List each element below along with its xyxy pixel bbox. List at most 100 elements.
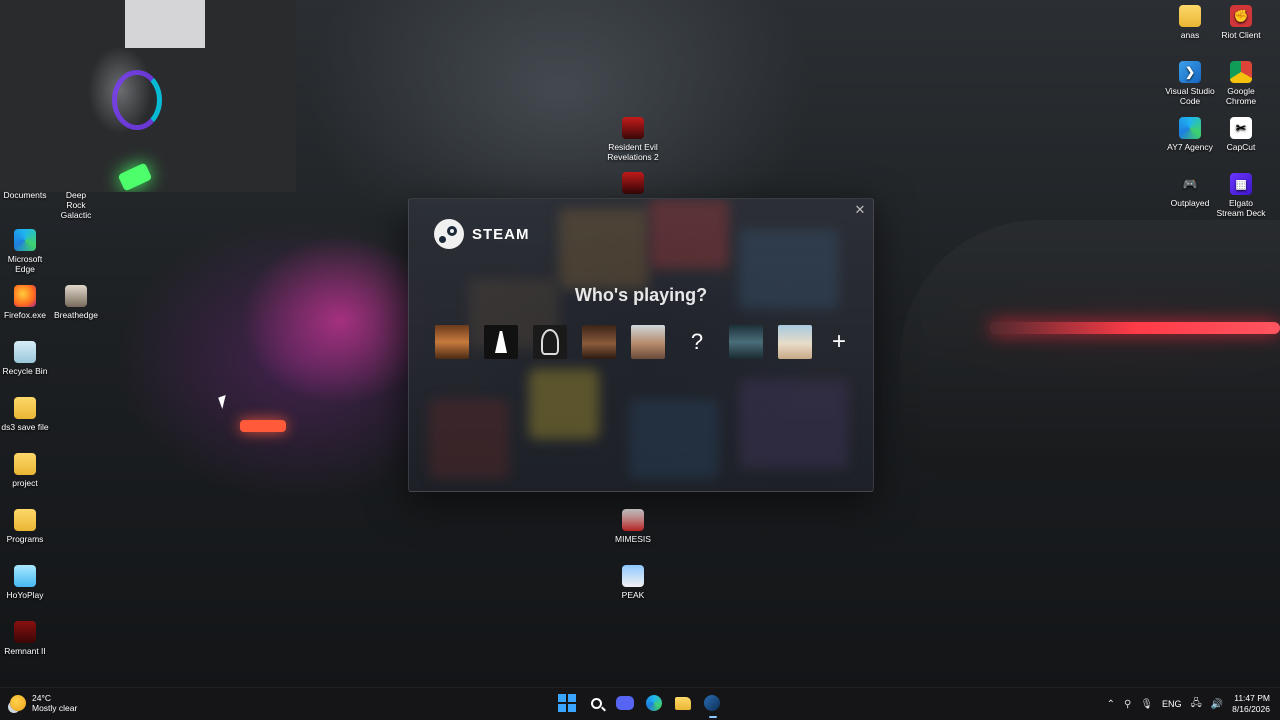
desktop-icon-google-chrome[interactable]: Google Chrome	[1209, 61, 1273, 106]
edge-icon	[646, 695, 662, 711]
desktop-icon-resident-evil-revelations-2[interactable]: Resident Evil Revelations 2	[601, 117, 665, 162]
folder-icon	[14, 509, 36, 531]
folder-icon	[1179, 5, 1201, 27]
desktop-icon-partially-hidden[interactable]	[601, 172, 665, 197]
volume-icon[interactable]: 🔊	[1211, 699, 1223, 710]
folder-icon	[14, 397, 36, 419]
account-avatar-1[interactable]	[435, 325, 469, 359]
account-avatar-7[interactable]	[729, 325, 763, 359]
outplayed-icon: 🎮	[1182, 177, 1198, 191]
clock[interactable]: 11:47 PM 8/16/2026	[1232, 693, 1270, 715]
desktop-icon-riot-client[interactable]: ✊ Riot Client	[1209, 5, 1273, 40]
search-button[interactable]	[586, 693, 606, 713]
desktop-icon-label: Deep Rock Galactic	[60, 190, 92, 220]
active-app-indicator	[709, 716, 717, 718]
tile	[649, 199, 729, 269]
desktop-icon-label: PEAK	[621, 590, 645, 600]
account-avatar-unknown[interactable]: ?	[680, 325, 714, 359]
dialog-title: Who's playing?	[574, 285, 708, 305]
steam-icon	[704, 695, 720, 711]
language-indicator[interactable]: ENG	[1162, 699, 1182, 709]
desktop-icon-label: Recycle Bin	[2, 366, 48, 376]
mimesis-icon	[622, 509, 644, 531]
steam-brand: STEAM	[434, 219, 530, 249]
account-avatar-2[interactable]	[484, 325, 518, 359]
tile	[629, 399, 719, 479]
weather-text: 24°C Mostly clear	[32, 693, 77, 713]
wallpaper-car	[900, 220, 1280, 480]
wallpaper-taillight	[990, 322, 1280, 334]
edge-icon	[14, 229, 36, 251]
windows-logo-icon	[558, 694, 576, 712]
account-avatar-8[interactable]	[778, 325, 812, 359]
desktop-icon-capcut[interactable]: ✂ CapCut	[1209, 117, 1273, 152]
chevron-up-icon[interactable]: ⌃	[1107, 699, 1115, 710]
chrome-icon	[1230, 61, 1252, 83]
recycle-bin-icon	[14, 341, 36, 363]
edge-icon	[1179, 117, 1201, 139]
riot-icon: ✊	[1230, 5, 1252, 27]
account-avatar-list: ? +	[435, 325, 851, 359]
desktop-icon-microsoft-edge[interactable]: Microsoft Edge	[0, 229, 57, 274]
desktop-icon-breathedge[interactable]: Breathedge	[44, 285, 108, 320]
desktop-icon-label: Resident Evil Revelations 2	[607, 142, 659, 162]
game-icon	[622, 117, 644, 139]
start-button[interactable]	[557, 693, 577, 713]
desktop-icon-label: MIMESIS	[615, 534, 651, 544]
taskbar-steam[interactable]	[702, 693, 722, 713]
weather-widget[interactable]: 24°C Mostly clear	[10, 693, 77, 713]
breathedge-icon	[65, 285, 87, 307]
webcam-overlay	[0, 0, 296, 192]
microphone-icon[interactable]: 🎙	[1140, 699, 1153, 710]
tile	[529, 369, 599, 439]
desktop-icon-peak[interactable]: PEAK	[601, 565, 665, 600]
account-avatar-4[interactable]	[582, 325, 616, 359]
taskbar-edge[interactable]	[644, 693, 664, 713]
steam-logo-icon	[434, 219, 464, 249]
desktop-icon-label: CapCut	[1226, 142, 1256, 152]
peak-icon	[622, 565, 644, 587]
taskbar: 24°C Mostly clear ⌃ ⚲ 🎙 ENG 🖧 🔊 11:47 PM…	[0, 687, 1280, 720]
desktop-icon-hoyoplay[interactable]: HoYoPlay	[0, 565, 57, 600]
firefox-icon	[14, 285, 36, 307]
webcam-headset	[112, 70, 162, 130]
desktop-icon-programs[interactable]: Programs	[0, 509, 57, 544]
taskbar-apps	[557, 693, 722, 713]
desktop-icon-project[interactable]: project	[0, 453, 57, 488]
desktop-icon-label: Microsoft Edge	[7, 254, 43, 274]
desktop-icon-recycle-bin[interactable]: Recycle Bin	[0, 341, 57, 376]
elgato-icon: ▦	[1230, 173, 1252, 195]
weather-moon-cloud-icon	[10, 695, 26, 711]
tile	[429, 399, 509, 479]
desktop-icon-label: Breathedge	[54, 310, 98, 320]
desktop-icon-label: Google Chrome	[1225, 86, 1257, 106]
steam-account-picker-dialog: ✕ STEAM Who's playing? ? +	[408, 198, 874, 492]
webcam-green-light	[117, 162, 153, 192]
desktop-icon-label: ds3 save file	[1, 422, 49, 432]
tile	[559, 209, 649, 289]
usb-icon[interactable]: ⚲	[1124, 699, 1131, 710]
taskbar-discord[interactable]	[615, 693, 635, 713]
close-icon[interactable]: ✕	[853, 203, 867, 217]
add-account-button[interactable]: +	[827, 325, 851, 359]
weather-description: Mostly clear	[32, 703, 78, 713]
desktop-icon-remnant-ii[interactable]: Remnant II	[0, 621, 57, 656]
desktop-icon-deep-rock-galactic[interactable]: Deep Rock Galactic	[44, 190, 108, 220]
system-tray: ⌃ ⚲ 🎙 ENG 🖧 🔊 11:47 PM 8/16/2026	[1107, 692, 1270, 716]
account-avatar-5[interactable]	[631, 325, 665, 359]
tile	[739, 379, 849, 469]
network-icon[interactable]: 🖧	[1191, 696, 1202, 713]
desktop-icon-mimesis[interactable]: MIMESIS	[601, 509, 665, 544]
desktop-icon-ds3-save-file[interactable]: ds3 save file	[0, 397, 57, 432]
game-icon	[622, 172, 644, 194]
desktop-icon-elgato-stream-deck[interactable]: ▦ Elgato Stream Deck	[1209, 173, 1273, 218]
weather-temperature: 24°C	[32, 693, 51, 703]
desktop-icon-label: project	[12, 478, 38, 488]
wallpaper-street-light	[240, 420, 286, 432]
capcut-icon: ✂	[1230, 117, 1252, 139]
desktop-icon-label: Visual Studio Code	[1165, 86, 1215, 106]
file-explorer-icon	[675, 696, 691, 710]
discord-icon	[616, 696, 634, 710]
account-avatar-3[interactable]	[533, 325, 567, 359]
taskbar-file-explorer[interactable]	[673, 693, 693, 713]
